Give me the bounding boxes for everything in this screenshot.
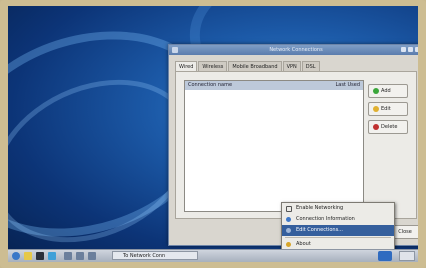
menu-item-label: Enable Networking — [296, 205, 344, 211]
desktop-pager-icon[interactable] — [88, 252, 96, 260]
taskbar-window-button[interactable]: To Network Conn — [112, 251, 198, 260]
menu-item-edit-connections[interactable]: Edit Connections... — [282, 225, 394, 236]
window-titlebar[interactable]: Network Connections — [169, 45, 418, 55]
start-menu-icon[interactable] — [12, 252, 20, 260]
maximize-icon[interactable] — [408, 47, 413, 52]
menu-item-connection-information[interactable]: Connection Information — [282, 214, 394, 225]
desktop-pager-icon[interactable] — [64, 252, 72, 260]
checkbox-icon[interactable] — [286, 206, 292, 212]
menu-item-label: Edit Connections... — [296, 227, 343, 233]
menu-separator — [285, 237, 391, 238]
about-icon — [286, 242, 291, 247]
column-header-name[interactable]: Connection name — [188, 81, 232, 90]
connection-list[interactable]: Connection name Last Used — [184, 80, 364, 212]
delete-button[interactable]: Delete — [368, 120, 408, 134]
desktop-pager-icon[interactable] — [76, 252, 84, 260]
tab-panel: Connection name Last Used Add Edit Delet… — [175, 71, 417, 219]
column-header-last-used[interactable]: Last Used — [335, 81, 360, 90]
menu-item-enable-networking[interactable]: Enable Networking — [282, 203, 394, 214]
window-title: Network Connections — [269, 47, 323, 53]
home-folder-icon[interactable] — [24, 252, 32, 260]
add-icon — [373, 88, 379, 94]
edit-icon — [373, 106, 379, 112]
edit-button[interactable]: Edit — [368, 102, 408, 116]
add-button[interactable]: Add — [368, 84, 408, 98]
network-tray-icon[interactable] — [378, 251, 392, 261]
edit-button-label: Edit — [381, 106, 391, 112]
list-header: Connection name Last Used — [185, 81, 363, 90]
window-controls — [401, 47, 418, 52]
taskbar: To Network Conn — [8, 249, 418, 262]
minimize-icon[interactable] — [401, 47, 406, 52]
terminal-icon[interactable] — [36, 252, 44, 260]
info-icon — [286, 217, 291, 222]
close-icon[interactable] — [415, 47, 418, 52]
delete-button-label: Delete — [381, 124, 398, 130]
browser-icon[interactable] — [48, 252, 56, 260]
clock[interactable] — [399, 251, 415, 261]
delete-icon — [373, 124, 379, 130]
add-button-label: Add — [381, 88, 391, 94]
desktop: Network Connections Wired Wireless Mobil… — [8, 6, 418, 262]
menu-item-label: About — [296, 241, 311, 247]
edit-connections-icon — [286, 228, 291, 233]
window-menu-icon[interactable] — [172, 47, 178, 53]
menu-item-label: Connection Information — [296, 216, 355, 222]
